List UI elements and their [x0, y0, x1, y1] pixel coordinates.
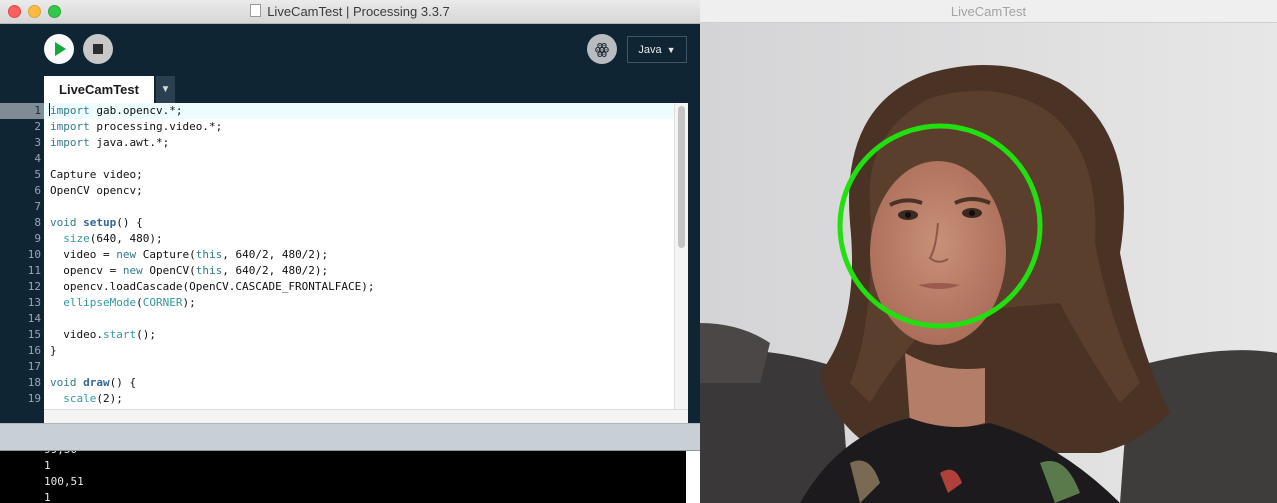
code-line[interactable]: video.start(); — [44, 327, 674, 343]
status-bar — [0, 423, 700, 451]
code-line[interactable]: opencv.loadCascade(OpenCV.CASCADE_FRONTA… — [44, 279, 674, 295]
console-line: 1 — [44, 459, 51, 472]
code-line[interactable]: size(640, 480); — [44, 231, 674, 247]
tab-livecamtest[interactable]: LiveCamTest — [44, 76, 154, 103]
line-number: 15 — [27, 328, 41, 341]
sketch-output-window: LiveCamTest — [700, 0, 1277, 503]
processing-ide-window: LiveCamTest | Processing 3.3.7 ꙮ Java ▼ … — [0, 0, 700, 503]
debugger-icon: ꙮ — [594, 40, 610, 58]
code-line[interactable] — [44, 311, 674, 327]
line-number: 12 — [27, 280, 41, 293]
editor-right-margin — [688, 103, 700, 409]
code-line[interactable]: opencv = new OpenCV(this, 640/2, 480/2); — [44, 263, 674, 279]
console-line: 1 — [44, 491, 51, 503]
line-number: 14 — [27, 312, 41, 325]
console-scrollbar[interactable] — [686, 451, 700, 503]
editor-vertical-scrollbar[interactable] — [674, 103, 688, 409]
mode-selector[interactable]: Java ▼ — [627, 36, 687, 63]
editor-horizontal-scrollbar[interactable] — [44, 409, 688, 423]
line-number: 6 — [34, 184, 41, 197]
debug-button[interactable]: ꙮ — [587, 34, 617, 64]
sketch-tabbar: LiveCamTest ▼ — [0, 76, 700, 103]
console-output[interactable]: 99,501100,511 — [0, 451, 700, 503]
line-number: 3 — [34, 136, 41, 149]
sketch-window-title: LiveCamTest — [950, 4, 1027, 19]
line-number: 10 — [27, 248, 41, 261]
line-number: 11 — [27, 264, 41, 277]
tab-menu-button[interactable]: ▼ — [156, 76, 175, 103]
line-number-gutter: 1 2 3 4 5 6 7 8 9 10 11 12 13 14 15 16 17 18 19 — [0, 103, 44, 409]
code-line[interactable]: void setup() { — [44, 215, 674, 231]
line-number: 8 — [34, 216, 41, 229]
line-number: 16 — [27, 344, 41, 357]
webcam-feed — [700, 23, 1277, 503]
code-line[interactable]: } — [44, 343, 674, 359]
code-line[interactable]: ellipseMode(CORNER); — [44, 295, 674, 311]
code-line[interactable]: OpenCV opencv; — [44, 183, 674, 199]
console-line: 99,50 — [0, 451, 700, 458]
stop-button[interactable] — [83, 34, 113, 64]
code-line[interactable] — [44, 199, 674, 215]
chevron-down-icon: ▼ — [666, 44, 676, 55]
run-button[interactable] — [44, 34, 74, 64]
sketch-titlebar[interactable]: LiveCamTest — [700, 0, 1277, 23]
line-number: 18 — [27, 376, 41, 389]
line-number: 2 — [34, 120, 41, 133]
line-number: 19 — [27, 392, 41, 405]
code-line[interactable]: Capture video; — [44, 167, 674, 183]
line-number: 13 — [27, 296, 41, 309]
code-line[interactable] — [44, 359, 674, 375]
ide-toolbar: ꙮ Java ▼ — [0, 24, 700, 76]
line-number: 17 — [27, 360, 41, 373]
code-line[interactable]: void draw() { — [44, 375, 674, 391]
console-line: 100,51 — [44, 475, 84, 488]
webcam-image — [700, 23, 1277, 503]
code-line[interactable]: import java.awt.*; — [44, 135, 674, 151]
line-number: 7 — [34, 200, 41, 213]
line-number: 1 — [0, 103, 44, 119]
code-line[interactable]: import gab.opencv.*; — [44, 103, 674, 119]
line-number: 5 — [34, 168, 41, 181]
code-line[interactable] — [44, 151, 674, 167]
ide-titlebar[interactable]: LiveCamTest | Processing 3.3.7 — [0, 0, 700, 24]
line-number: 4 — [34, 152, 41, 165]
code-line[interactable]: import processing.video.*; — [44, 119, 674, 135]
play-icon — [55, 42, 66, 56]
document-icon — [250, 4, 262, 17]
code-text-area[interactable]: import gab.opencv.*; import processing.vi… — [44, 103, 674, 409]
scrollbar-thumb[interactable] — [678, 106, 685, 248]
code-line[interactable]: scale(2); — [44, 391, 674, 407]
code-line[interactable]: video = new Capture(this, 640/2, 480/2); — [44, 247, 674, 263]
mode-label: Java — [638, 43, 662, 56]
line-number: 9 — [34, 232, 41, 245]
stop-icon — [93, 44, 103, 54]
ide-window-title: LiveCamTest | Processing 3.3.7 — [267, 4, 450, 19]
ide-window-title-wrap: LiveCamTest | Processing 3.3.7 — [0, 4, 700, 19]
code-editor: 1 2 3 4 5 6 7 8 9 10 11 12 13 14 15 16 17 18 19 import gab… — [0, 103, 700, 409]
